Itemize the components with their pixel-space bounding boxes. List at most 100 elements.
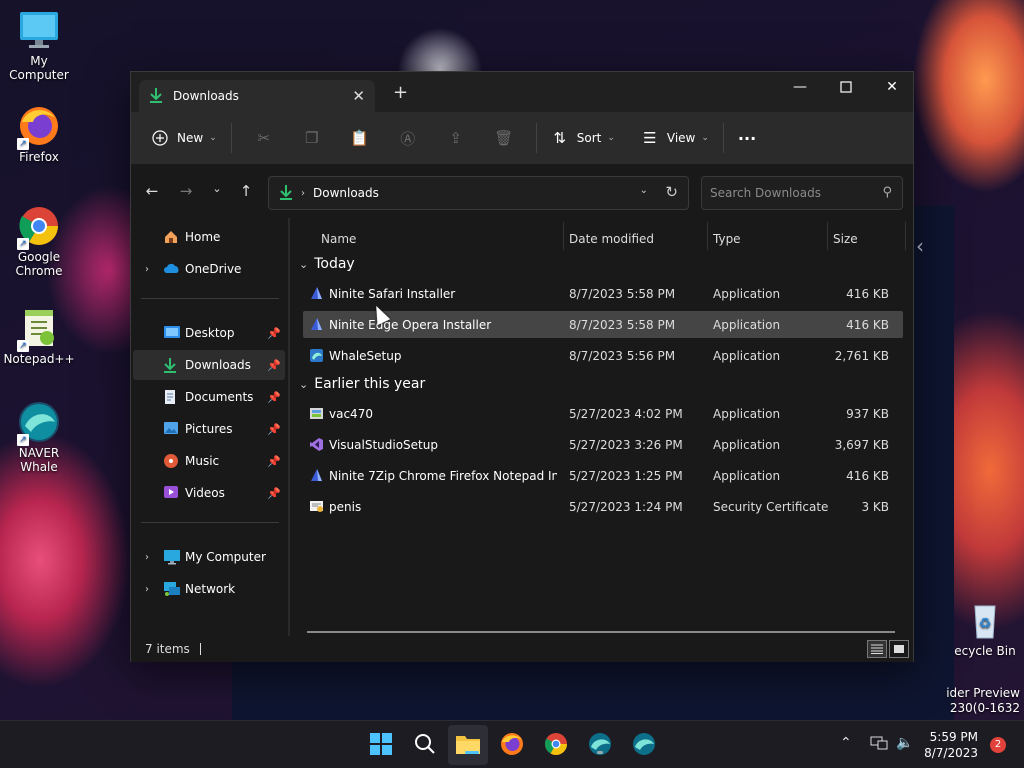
clock-time: 5:59 PM: [929, 730, 978, 744]
minimize-button[interactable]: —: [777, 72, 823, 102]
system-clock[interactable]: 5:59 PM 8/7/2023: [924, 729, 978, 761]
sidebar-item-label: Music: [185, 454, 220, 468]
search-icon[interactable]: ⚲: [882, 185, 892, 200]
show-hidden-icons-chevron[interactable]: ⌃: [840, 735, 852, 751]
file-row[interactable]: WhaleSetup 8/7/2023 5:56 PM Application …: [303, 342, 903, 369]
network-status-icon[interactable]: [870, 735, 888, 755]
desktop-icon-firefox[interactable]: ↗ Firefox: [0, 104, 78, 164]
desktop-icon-notepad-plus-plus[interactable]: ↗ Notepad++: [0, 306, 78, 366]
file-date: 8/7/2023 5:58 PM: [569, 318, 676, 332]
desktop-icon-naver-whale[interactable]: ↗ NAVER Whale: [0, 400, 78, 474]
column-header-name[interactable]: Name: [321, 232, 356, 246]
file-row[interactable]: vac470 5/27/2023 4:02 PM Application 937…: [303, 400, 903, 427]
group-header-earlier-this-year[interactable]: ⌄ Earlier this year: [299, 376, 425, 392]
chrome-icon: ↗: [17, 204, 61, 250]
notification-badge[interactable]: 2: [990, 737, 1006, 753]
expand-chevron-icon[interactable]: ›: [145, 264, 149, 275]
sidebar-item-documents[interactable]: Documents 📌: [133, 382, 285, 412]
column-header-type[interactable]: Type: [713, 232, 741, 246]
column-divider[interactable]: [827, 222, 828, 250]
expand-chevron-icon[interactable]: ›: [145, 552, 149, 563]
search-icon: [415, 734, 435, 754]
file-row[interactable]: penis 5/27/2023 1:24 PM Security Certifi…: [303, 493, 903, 520]
taskbar-file-explorer[interactable]: [455, 731, 481, 757]
close-tab-icon[interactable]: ✕: [352, 87, 365, 105]
group-header-today[interactable]: ⌄ Today: [299, 256, 355, 272]
file-size: 937 KB: [846, 407, 889, 421]
column-header-size[interactable]: Size: [833, 232, 858, 246]
breadcrumb-chevron-icon[interactable]: ›: [301, 188, 305, 199]
maximize-button[interactable]: [823, 72, 869, 102]
file-date: 5/27/2023 1:24 PM: [569, 500, 683, 514]
sidebar-item-pictures[interactable]: Pictures 📌: [133, 414, 285, 444]
address-bar[interactable]: › Downloads ⌄ ↻: [268, 176, 689, 210]
collapse-chevron-icon[interactable]: ⌄: [299, 378, 308, 391]
address-dropdown-icon[interactable]: ⌄: [640, 185, 648, 196]
view-button[interactable]: ☰ View ⌄: [635, 122, 715, 154]
file-row[interactable]: Ninite Safari Installer 8/7/2023 5:58 PM…: [303, 280, 903, 307]
tab-downloads[interactable]: Downloads ✕: [139, 80, 375, 112]
file-row-selected[interactable]: Ninite Edge Opera Installer 8/7/2023 5:5…: [303, 311, 903, 338]
column-header-date[interactable]: Date modified: [569, 232, 654, 246]
file-row[interactable]: VisualStudioSetup 5/27/2023 3:26 PM Appl…: [303, 431, 903, 458]
horizontal-scrollbar[interactable]: [307, 631, 895, 633]
rename-icon[interactable]: Ⓐ: [384, 128, 432, 149]
collapse-chevron-icon[interactable]: ⌄: [299, 258, 308, 271]
new-button[interactable]: New ⌄: [145, 122, 223, 154]
search-input[interactable]: [702, 177, 862, 209]
paste-icon[interactable]: 📋: [336, 129, 384, 147]
sidebar-item-music[interactable]: Music 📌: [133, 446, 285, 476]
sidebar-item-onedrive[interactable]: › OneDrive: [133, 254, 285, 284]
sidebar-scrollbar[interactable]: [288, 218, 290, 636]
file-row[interactable]: Ninite 7Zip Chrome Firefox Notepad Inst.…: [303, 462, 903, 489]
desktop-icon-recycle-bin[interactable]: ♻ ecycle Bin: [946, 598, 1024, 658]
cut-icon[interactable]: ✂: [240, 129, 288, 147]
taskbar-search-button[interactable]: [412, 731, 438, 757]
share-icon[interactable]: ⇪: [432, 129, 480, 147]
search-box[interactable]: ⚲: [701, 176, 903, 210]
sidebar-item-downloads[interactable]: Downloads 📌: [133, 350, 285, 380]
desktop-icon-my-computer[interactable]: My Computer: [0, 8, 78, 82]
file-date: 8/7/2023 5:56 PM: [569, 349, 676, 363]
new-tab-button[interactable]: +: [393, 82, 408, 103]
up-arrow-icon[interactable]: ↑: [235, 182, 257, 202]
new-button-label: New: [177, 131, 204, 145]
sidebar-item-network[interactable]: › Network: [133, 574, 285, 604]
start-button[interactable]: [368, 731, 394, 757]
see-more-button[interactable]: ···: [732, 122, 762, 154]
details-view-button[interactable]: [867, 640, 887, 658]
close-window-button[interactable]: ✕: [869, 72, 915, 102]
sidebar-item-desktop[interactable]: Desktop 📌: [133, 318, 285, 348]
ninite-app-icon: [309, 286, 324, 301]
taskbar-chrome[interactable]: [543, 731, 569, 757]
home-icon: [163, 229, 181, 245]
column-divider[interactable]: [563, 222, 564, 250]
breadcrumb-downloads[interactable]: Downloads: [313, 186, 379, 200]
file-size: 416 KB: [846, 469, 889, 483]
watermark-line-1: ider Preview: [946, 686, 1020, 700]
taskbar-whale-2[interactable]: [631, 731, 657, 757]
volume-icon[interactable]: 🔈: [896, 735, 913, 751]
sidebar-item-my-computer[interactable]: › My Computer: [133, 542, 285, 572]
file-size: 416 KB: [846, 318, 889, 332]
desktop-icon-chrome[interactable]: ↗ Google Chrome: [0, 204, 78, 278]
column-divider[interactable]: [905, 222, 906, 250]
whale-icon: [633, 733, 655, 755]
large-icons-view-button[interactable]: [889, 640, 909, 658]
recent-locations-chevron-icon[interactable]: ⌄: [206, 182, 228, 202]
forward-arrow-icon[interactable]: →: [175, 182, 197, 202]
sidebar-item-videos[interactable]: Videos 📌: [133, 478, 285, 508]
sidebar-item-home[interactable]: Home: [133, 222, 285, 252]
copy-icon[interactable]: ❐: [288, 129, 336, 147]
back-arrow-icon[interactable]: ←: [141, 182, 163, 202]
sidebar-item-label: Documents: [185, 390, 254, 404]
taskbar-firefox[interactable]: [499, 731, 525, 757]
sidebar-item-label: Downloads: [185, 358, 251, 372]
column-divider[interactable]: [707, 222, 708, 250]
expand-chevron-icon[interactable]: ›: [145, 584, 149, 595]
taskbar-whale-1[interactable]: [587, 731, 613, 757]
sort-button[interactable]: ⇅ Sort ⌄: [545, 122, 621, 154]
refresh-icon[interactable]: ↻: [665, 183, 678, 201]
delete-icon[interactable]: 🗑: [480, 129, 528, 147]
chrome-icon: [545, 733, 567, 755]
